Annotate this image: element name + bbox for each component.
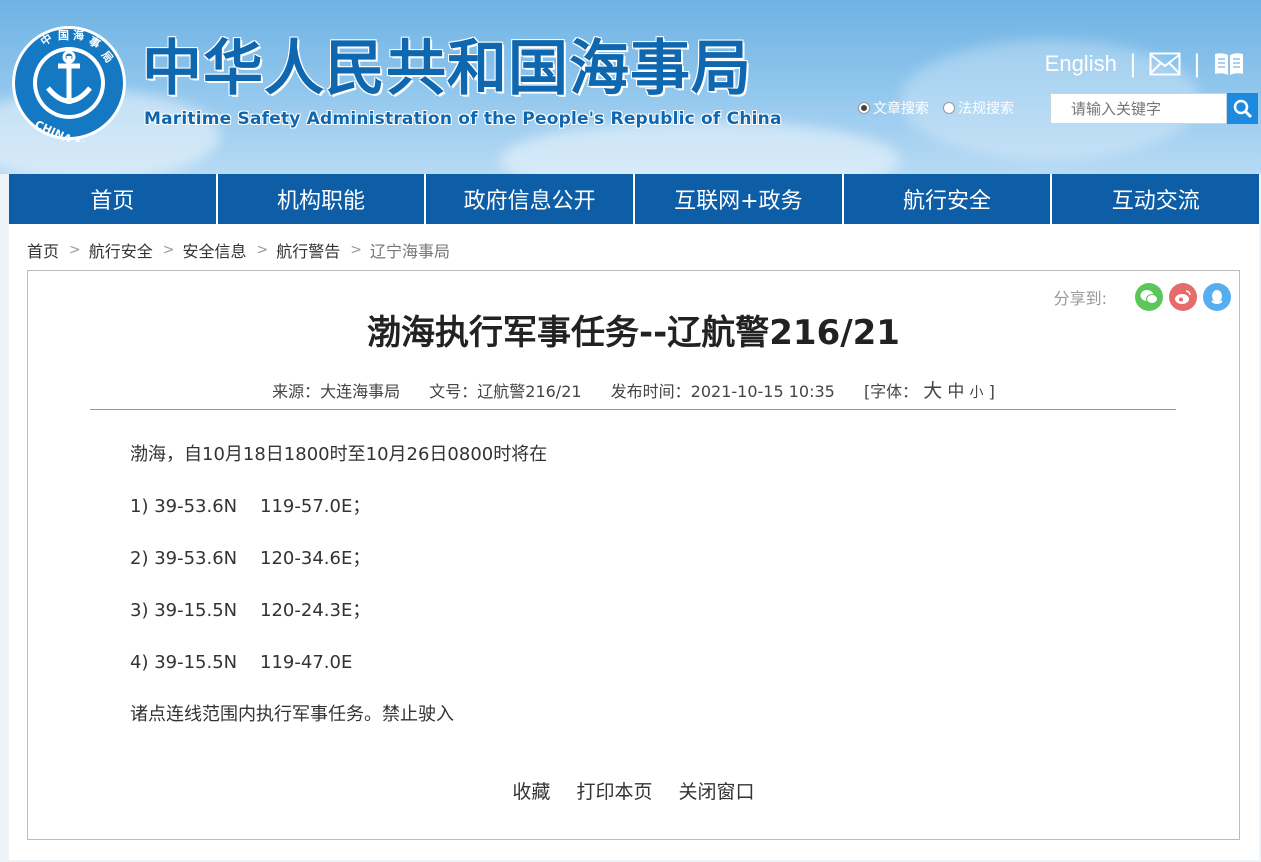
- search-input[interactable]: [1050, 93, 1227, 124]
- nav-item-gov-info[interactable]: 政府信息公开: [426, 174, 636, 224]
- svg-text:国: 国: [58, 29, 69, 42]
- close-window-button[interactable]: 关闭窗口: [679, 781, 755, 803]
- chevron-right-icon: >: [350, 242, 362, 258]
- print-button[interactable]: 打印本页: [576, 781, 652, 803]
- book-icon[interactable]: [1213, 51, 1245, 77]
- font-size-label: [字体：: [863, 382, 919, 401]
- svg-text:海: 海: [73, 28, 84, 42]
- article-doc-number: 文号：辽航警216/21: [429, 382, 582, 401]
- nav-item-home[interactable]: 首页: [9, 174, 218, 224]
- article-paragraph: 4) 39-15.5N 119-47.0E: [130, 652, 353, 673]
- site-subtitle: Maritime Safety Administration of the Pe…: [144, 109, 782, 129]
- article-paragraph: 2) 39-53.6N 120-34.6E；: [130, 548, 371, 569]
- search-option-label: 法规搜索: [958, 101, 1014, 117]
- chevron-right-icon: >: [162, 242, 175, 258]
- article-paragraph: 诸点连线范围内执行军事任务。禁止驶入: [130, 704, 454, 725]
- nav-item-functions[interactable]: 机构职能: [217, 174, 427, 224]
- search-option-regulations[interactable]: 法规搜索: [943, 98, 1014, 118]
- font-size-medium[interactable]: 中: [947, 382, 964, 402]
- article-box: 分享到: 渤海执行军事任务--辽航警216/21 来源：大连海事局 文号：辽航警…: [27, 270, 1240, 840]
- nav-item-interaction[interactable]: 互动交流: [1052, 174, 1260, 224]
- article-actions: 收藏 打印本页 关闭窗口: [28, 777, 1239, 804]
- main-nav: 首页 机构职能 政府信息公开 互联网+政务 航行安全 互动交流: [9, 174, 1260, 224]
- search-icon: [1233, 99, 1252, 118]
- site-title: 中华人民共和国海事局: [142, 34, 752, 104]
- breadcrumb-item-current[interactable]: 辽宁海事局: [370, 238, 450, 262]
- title-divider: [90, 409, 1176, 410]
- breadcrumb-item[interactable]: 航行安全: [89, 238, 153, 262]
- search-option-label: 文章搜索: [873, 101, 929, 117]
- font-size-close: ]: [988, 382, 995, 401]
- search-option-articles[interactable]: 文章搜索: [858, 98, 929, 118]
- breadcrumb-item[interactable]: 首页: [27, 238, 59, 262]
- mail-icon[interactable]: [1149, 52, 1181, 76]
- breadcrumb-item[interactable]: 航行警告: [276, 238, 340, 262]
- article-paragraph: 渤海，自10月18日1800时至10月26日0800时将在: [130, 444, 548, 465]
- radio-icon[interactable]: [943, 102, 955, 114]
- font-size-small[interactable]: 小: [969, 385, 983, 401]
- article-source: 来源：大连海事局: [272, 382, 401, 401]
- favorite-button[interactable]: 收藏: [512, 781, 550, 803]
- article-publish-time: 发布时间：2021-10-15 10:35: [610, 382, 835, 401]
- nav-item-internet-gov[interactable]: 互联网+政务: [635, 174, 844, 224]
- search-button[interactable]: [1227, 93, 1258, 124]
- article-paragraph: 3) 39-15.5N 120-24.3E；: [130, 600, 371, 621]
- chevron-right-icon: >: [69, 242, 81, 258]
- divider: |: [1128, 50, 1137, 78]
- english-link[interactable]: English: [1045, 51, 1117, 77]
- chevron-right-icon: >: [256, 242, 269, 258]
- search-options: 文章搜索 法规搜索: [858, 98, 1028, 118]
- article-meta: 来源：大连海事局 文号：辽航警216/21 发布时间：2021-10-15 10…: [28, 376, 1239, 403]
- divider: |: [1192, 50, 1201, 78]
- site-header: 中 国 海 事 局 CHINA MSA 中华人民共和国海事局 Maritime …: [0, 0, 1261, 174]
- breadcrumb: 首页 > 航行安全 > 安全信息 > 航行警告 > 辽宁海事局: [27, 238, 450, 262]
- main-content: 首页 > 航行安全 > 安全信息 > 航行警告 > 辽宁海事局 分享到: 渤海执…: [9, 224, 1259, 860]
- nav-item-navigation-safety[interactable]: 航行安全: [843, 174, 1053, 224]
- top-links: English | |: [1045, 48, 1245, 80]
- breadcrumb-item[interactable]: 安全信息: [183, 238, 247, 262]
- article-title: 渤海执行军事任务--辽航警216/21: [367, 313, 900, 353]
- radio-icon[interactable]: [858, 102, 870, 114]
- china-msa-logo[interactable]: 中 国 海 事 局 CHINA MSA: [10, 24, 128, 160]
- article-paragraph: 1) 39-53.6N 119-57.0E；: [130, 496, 371, 517]
- font-size-large[interactable]: 大: [923, 380, 942, 402]
- article-body: 渤海，自10月18日1800时至10月26日0800时将在 1) 39-53.6…: [130, 443, 547, 755]
- font-size-control: [字体： 大 中 小 ]: [863, 380, 995, 402]
